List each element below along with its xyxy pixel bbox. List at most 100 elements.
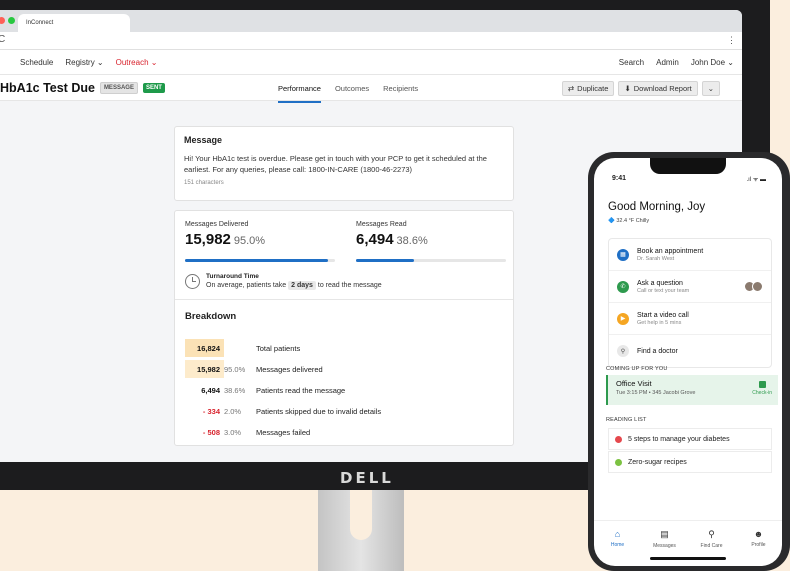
action-subtitle: Get help in 5 mins — [637, 319, 682, 326]
duplicate-icon: ⇄ — [567, 84, 575, 93]
row-description: Total patients — [256, 343, 301, 353]
row-count: 15,982 — [185, 360, 224, 378]
delivered-progress-fill — [185, 259, 328, 262]
find-care-icon: ⚲ — [708, 529, 715, 539]
table-row: - 508 3.0% Messages failed — [185, 423, 505, 441]
phone-tab-find-care[interactable]: ⚲ Find Care — [694, 529, 730, 566]
table-row: 6,494 38.6% Patients read the message — [185, 381, 505, 399]
message-heading: Message — [184, 135, 223, 145]
reading-title: 5 steps to manage your diabetes — [628, 435, 730, 443]
phone-tab-label: Home — [610, 542, 625, 548]
read-progress-fill — [356, 259, 414, 262]
read-label: Messages Read — [356, 221, 407, 228]
action-text: Start a video call Get help in 5 mins — [637, 312, 689, 326]
tab-outcomes[interactable]: Outcomes — [335, 75, 369, 103]
action-title: Find a doctor — [637, 347, 678, 355]
nav-right-item-0[interactable]: Search — [619, 58, 644, 67]
chevron-down-icon: ⌄ — [707, 84, 714, 93]
duplicate-label: Duplicate — [577, 84, 609, 93]
reading-item[interactable]: 5 steps to manage your diabetes — [608, 428, 772, 450]
phone-tab-profile[interactable]: ☻ Profile — [741, 529, 777, 566]
delivered-pct: 95.0% — [233, 235, 266, 247]
divider — [175, 299, 513, 300]
nav-item-1[interactable]: Registry ⌄ — [65, 58, 103, 67]
checkin-button[interactable]: Check-in — [752, 381, 772, 396]
download-icon: ⬇ — [624, 84, 631, 93]
browser-tab[interactable]: InConnect — [18, 14, 130, 32]
office-visit-card[interactable]: Office Visit Tue 3:15 PM • 345 Jacobi Gr… — [606, 375, 778, 405]
browser-tabbar: InConnect — [0, 10, 742, 32]
row-count: - 508 — [202, 427, 220, 437]
row-description: Messages delivered — [256, 364, 323, 374]
action-icon: ⚲ — [617, 345, 629, 357]
reload-icon[interactable]: C — [0, 34, 5, 45]
coming-up-label: COMING UP FOR YOU — [606, 366, 668, 372]
clock-icon — [185, 273, 200, 289]
messages-icon: ▤ — [660, 529, 669, 539]
visit-title: Office Visit — [616, 379, 652, 388]
profile-icon: ☻ — [753, 529, 764, 539]
action-title: Start a video call — [637, 311, 689, 319]
phone-tab-messages[interactable]: ▤ Messages — [647, 529, 683, 566]
action-item[interactable]: ▶ Start a video call Get help in 5 mins — [609, 303, 771, 335]
stats-card: Messages Delivered 15,982 95.0% Messages … — [174, 210, 514, 446]
tab-title: InConnect — [26, 20, 54, 26]
delivered-stat: Messages Delivered 15,982 95.0% — [185, 221, 265, 248]
row-percent: 3.0% — [224, 427, 242, 437]
reading-icon — [615, 458, 622, 466]
address-bar[interactable]: C ⋮ — [0, 32, 742, 50]
phone-tab-label: Find Care — [700, 543, 723, 549]
action-title: Ask a question — [637, 279, 683, 287]
nav-right-item-1[interactable]: Admin — [656, 58, 679, 67]
phone-tab-home[interactable]: ⌂ Home — [600, 529, 636, 566]
delivered-label: Messages Delivered — [185, 221, 249, 228]
page-title: HbA1c Test Due — [0, 81, 95, 95]
turnaround: Turnaround Time On average, patients tak… — [185, 273, 382, 290]
phone-time: 9:41 — [612, 175, 627, 182]
app-nav: Schedule Registry ⌄ Outreach ⌄ Search Admin… — [0, 50, 742, 75]
row-percent: 95.0% — [224, 364, 246, 374]
read-pct: 38.6% — [396, 235, 428, 247]
turnaround-title: Turnaround Time — [206, 273, 259, 280]
table-row: 16,824 Total patients — [185, 339, 505, 357]
row-description: Patients skipped due to invalid details — [256, 406, 382, 416]
download-report-button[interactable]: ⬇ Download Report — [618, 81, 698, 96]
care-team-avatars — [744, 281, 763, 292]
window-dot-green[interactable] — [8, 17, 15, 24]
message-card: Message Hi! Your HbA1c test is overdue. … — [174, 126, 514, 201]
read-progress — [356, 259, 506, 262]
window-dot-red[interactable] — [0, 17, 5, 24]
action-text: Book an appointment Dr. Sarah West — [637, 248, 703, 262]
nav-item-0[interactable]: Schedule — [20, 58, 53, 67]
download-label: Download Report — [633, 84, 692, 93]
more-actions-button[interactable]: ⌄ — [701, 81, 720, 96]
phone-screen: 9:41 .ıl ᯤ ▬ Good Morning, Joy 🔷 32.4 °F… — [594, 158, 782, 566]
turnaround-pre: On average, patients take — [206, 282, 287, 289]
monitor-stand-slot — [350, 490, 372, 540]
duplicate-button[interactable]: ⇄ Duplicate — [561, 81, 615, 96]
browser-menu-icon[interactable]: ⋮ — [727, 35, 736, 46]
reading-title: Zero-sugar recipes — [628, 458, 687, 466]
delivered-progress — [185, 259, 335, 262]
visit-detail: Tue 3:15 PM • 345 Jacobi Grove — [616, 390, 696, 396]
action-title: Book an appointment — [637, 247, 704, 255]
row-description: Messages failed — [256, 427, 311, 437]
weather: 🔷 32.4 °F Chilly — [608, 218, 650, 224]
action-item[interactable]: ▦ Book an appointment Dr. Sarah West — [609, 239, 771, 271]
greeting: Good Morning, Joy — [608, 201, 706, 213]
avatar — [752, 281, 763, 292]
action-item[interactable]: ⚲ Find a doctor — [609, 335, 771, 367]
nav-item-2[interactable]: Outreach ⌄ — [116, 58, 158, 67]
reading-item[interactable]: Zero-sugar recipes — [608, 451, 772, 473]
table-row: - 334 2.0% Patients skipped due to invalid… — [185, 402, 505, 420]
tab-recipients[interactable]: Recipients — [383, 75, 418, 103]
nav-right-item-2[interactable]: John Doe ⌄ — [691, 58, 734, 67]
row-count: 16,824 — [185, 339, 224, 357]
phone-notch — [650, 158, 726, 174]
phone-tab-label: Messages — [653, 543, 676, 549]
tab-performance[interactable]: Performance — [278, 75, 321, 103]
action-icon: ▦ — [617, 248, 629, 261]
read-stat: Messages Read 6,494 38.6% — [356, 221, 428, 248]
row-percent: 2.0% — [224, 406, 242, 416]
action-item[interactable]: ✆ Ask a question Call or text your team — [609, 271, 771, 303]
